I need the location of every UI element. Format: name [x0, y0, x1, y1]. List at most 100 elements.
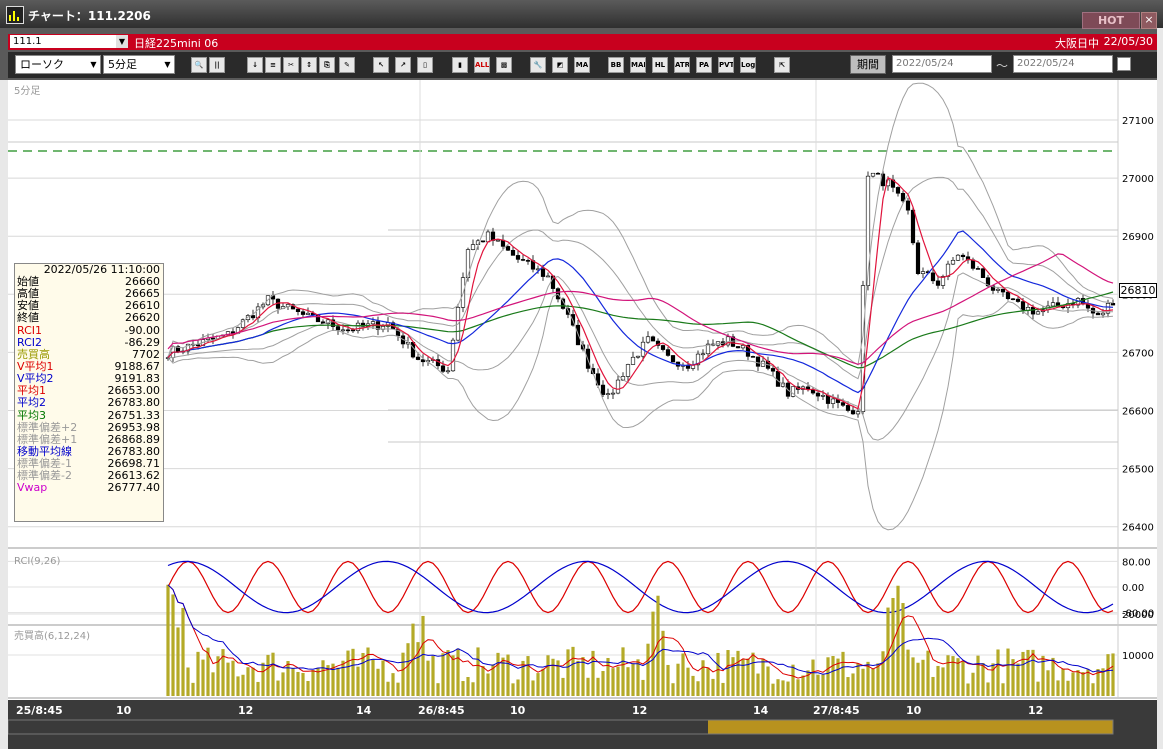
candle-b-icon[interactable]: ▮ [452, 57, 468, 73]
candle-body [470, 244, 476, 250]
chart-type-select[interactable]: ローソク ▼ [15, 55, 101, 74]
price-tick-label: 27100 [1122, 116, 1154, 127]
pvt-button[interactable]: PVT [718, 57, 734, 73]
volume-bar [511, 683, 515, 696]
wrench-icon[interactable]: 🔧 [530, 57, 546, 73]
volume-bar [531, 680, 535, 696]
info-row: 平均3 26751.33 [15, 409, 163, 422]
volume-bar [601, 671, 605, 696]
volume-bar [231, 660, 235, 696]
log-button[interactable]: Log [740, 57, 756, 73]
volume-bar [246, 667, 250, 696]
volume-bar [756, 673, 760, 696]
volume-bar [1086, 669, 1090, 696]
candle-body [445, 370, 451, 373]
candle-body [345, 329, 351, 332]
volume-bar [181, 607, 185, 696]
candle-body [740, 345, 746, 349]
date-from-input[interactable]: 2022/05/24 [892, 55, 992, 73]
volume-bar [546, 655, 550, 696]
volume-bar [236, 676, 240, 696]
volume-bar [376, 668, 380, 696]
volume-bar [516, 679, 520, 696]
volume-bar [356, 666, 360, 696]
candle-body [645, 336, 651, 343]
x-axis-label: 14 [753, 704, 769, 717]
color-icon[interactable]: ◩ [552, 57, 568, 73]
volume-bar [271, 652, 275, 696]
volume-bar [696, 681, 700, 696]
volume-bar [776, 679, 780, 696]
info-row: Vwap 26777.40 [15, 482, 163, 494]
x-axis-label: 27/8:45 [813, 704, 860, 717]
bb-button[interactable]: BB [608, 57, 624, 73]
candle-body [915, 242, 921, 274]
volume-bar [966, 683, 970, 696]
para-button[interactable]: PA [696, 57, 712, 73]
volume-bar [1076, 670, 1080, 696]
candle-body [635, 355, 641, 358]
draw-down-icon[interactable]: ↓ [247, 57, 263, 73]
market-session: 大阪日中 [1055, 37, 1099, 50]
candle-body [970, 259, 976, 269]
interval-select[interactable]: 5分足 ▼ [103, 55, 175, 74]
info-label: Vwap [17, 481, 48, 495]
volume-bar [1056, 680, 1060, 696]
pattern-icon[interactable]: ▩ [496, 57, 512, 73]
volume-bar [626, 667, 630, 696]
volume-bar [576, 660, 580, 696]
candle-body [415, 356, 421, 360]
volume-bar [1026, 649, 1030, 696]
volume-bar [466, 677, 470, 696]
arrow-icon[interactable]: ↗ [395, 57, 411, 73]
info-label: 終値 [17, 311, 39, 325]
volume-bar [856, 663, 860, 696]
date-to-input[interactable]: 2022/05/24 [1013, 55, 1113, 73]
volume-bar [321, 660, 325, 696]
export-icon[interactable]: ⇱ [774, 57, 790, 73]
candle-body [820, 395, 826, 397]
close-button[interactable]: × [1141, 12, 1157, 29]
hl-button[interactable]: HL [652, 57, 668, 73]
candle-body [625, 364, 631, 377]
volume-bar [816, 674, 820, 696]
volume-bar [956, 658, 960, 696]
volume-bar [981, 663, 985, 696]
ma-button[interactable]: MA [574, 57, 590, 73]
hot-button[interactable]: HOT [1082, 12, 1140, 29]
period-button[interactable]: 期間 [850, 55, 886, 74]
candle-body [370, 321, 376, 325]
cursor-icon[interactable]: ↖ [373, 57, 389, 73]
chart-canvas[interactable]: 2710027000269002680026700266002650026400… [8, 80, 1157, 749]
atr-button[interactable]: ATR [674, 57, 690, 73]
candle-body [770, 368, 776, 372]
volume-bar [706, 667, 710, 696]
volume-bar [1036, 681, 1040, 696]
volume-bar [786, 681, 790, 696]
copy-icon[interactable]: ⎘ [319, 57, 335, 73]
volume-bar [726, 650, 730, 696]
date-checkbox[interactable] [1117, 57, 1131, 71]
candle-body [510, 249, 516, 256]
symbol-dropdown-button[interactable]: ▼ [116, 35, 128, 48]
cut-icon[interactable]: ✂ [283, 57, 299, 73]
volume-bar [616, 666, 620, 696]
date-range-separator: ～ [996, 59, 1009, 73]
all-button[interactable]: ALL [474, 57, 490, 73]
candle-body [700, 353, 706, 356]
bar-width-icon[interactable]: || [209, 57, 225, 73]
candle-body [520, 259, 526, 261]
volume-bar [241, 674, 245, 696]
scale-icon[interactable]: ≡ [265, 57, 281, 73]
zoom-icon[interactable]: 🔍 [191, 57, 207, 73]
pencil-icon[interactable]: ✎ [339, 57, 355, 73]
candle-body [660, 345, 666, 350]
chart-app-icon [6, 6, 24, 24]
mark-icon[interactable]: ↕ [301, 57, 317, 73]
info-row: 平均2 26783.80 [15, 397, 163, 409]
symbol-code-input[interactable]: 111.1 [10, 35, 116, 48]
volume-bar [351, 648, 355, 696]
candle-a-icon[interactable]: ▯ [417, 57, 433, 73]
mae-button[interactable]: MAE [630, 57, 646, 73]
volume-bar [481, 666, 485, 696]
